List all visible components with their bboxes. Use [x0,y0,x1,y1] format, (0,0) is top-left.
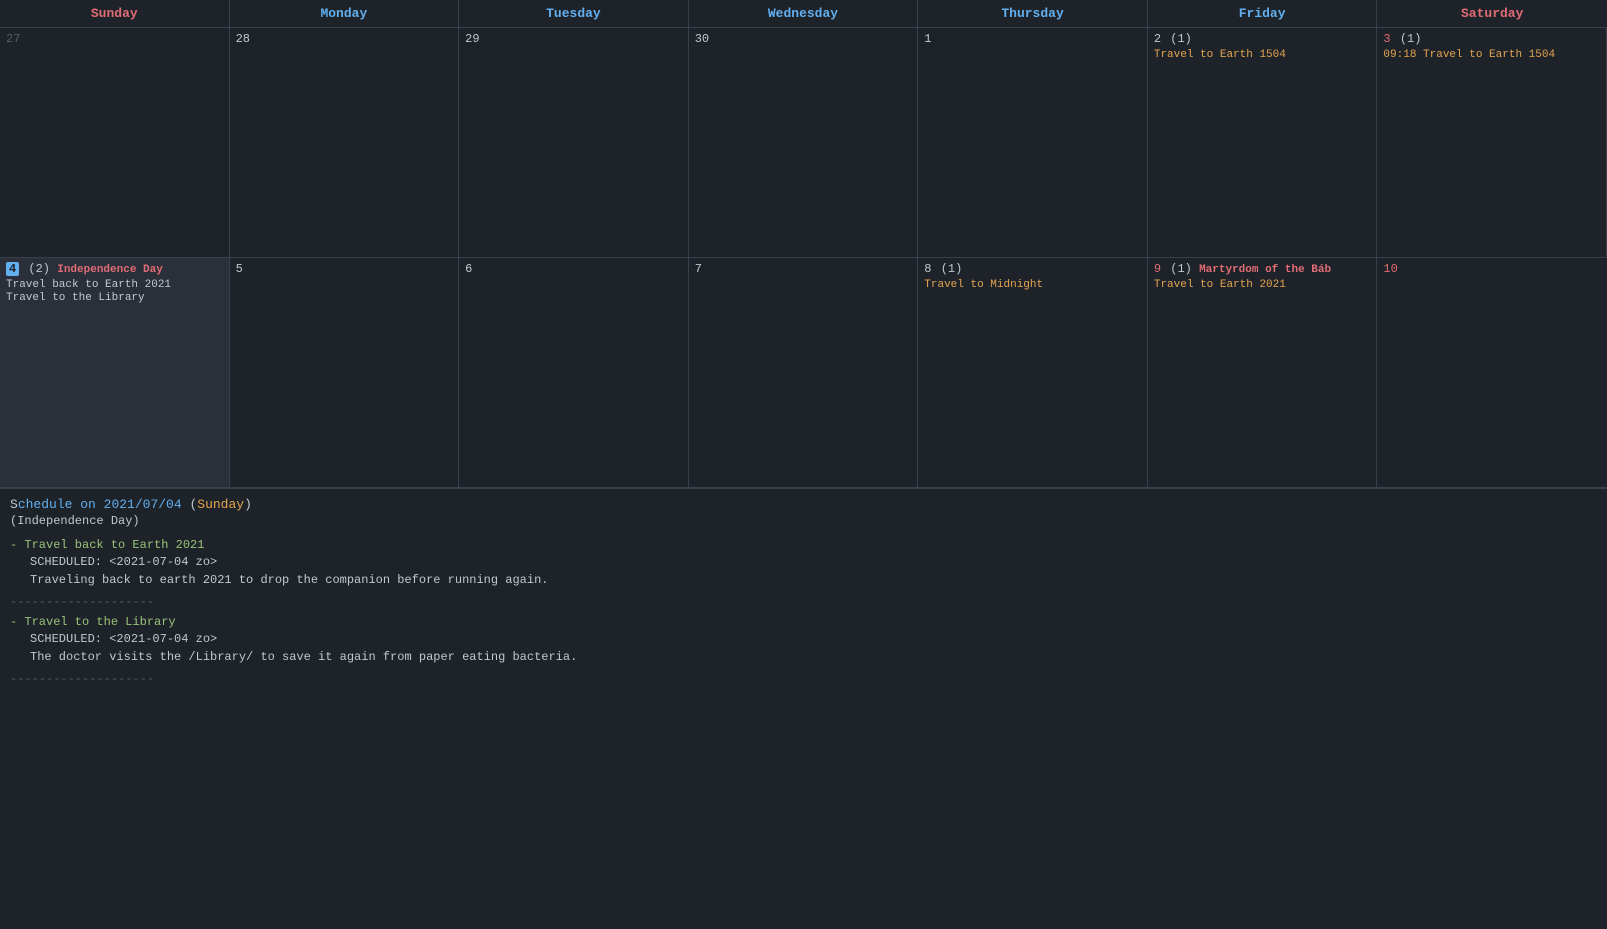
cell-3[interactable]: 3 (1) 09:18 Travel to Earth 1504 [1377,28,1607,258]
holiday-4: Independence Day [57,264,163,276]
date-29: 29 [465,32,479,46]
calendar-grid: 27 28 29 30 1 2 (1) Travel to Earth 1504… [0,28,1607,489]
holiday-9: Martyrdom of the Báb [1199,264,1331,276]
entry-1-bullet: - Travel back to Earth 2021 [10,538,1597,552]
header-saturday: Saturday [1377,0,1607,27]
date-9: 9 [1154,262,1161,276]
calendar-header: Sunday Monday Tuesday Wednesday Thursday… [0,0,1607,28]
event-count-3: (1) [1400,32,1422,46]
cell-1[interactable]: 1 [918,28,1148,258]
header-tuesday: Tuesday [459,0,689,27]
event-4-1: Travel back to Earth 2021 [6,279,223,291]
schedule-date: 2021/07/04 [104,497,182,512]
date-4: 4 [6,262,19,276]
date-6: 6 [465,262,472,276]
header-monday: Monday [230,0,460,27]
date-10: 10 [1383,262,1397,276]
date-5: 5 [236,262,243,276]
cell-8[interactable]: 8 (1) Travel to Midnight [918,258,1148,488]
cell-9[interactable]: 9 (1) Martyrdom of the Báb Travel to Ear… [1148,258,1378,488]
event-2-1: Travel to Earth 1504 [1154,49,1371,61]
schedule-title: Schedule on 2021/07/04 (Sunday) [10,497,1597,512]
schedule-title-text: chedule on [18,497,104,512]
schedule-day-close: ) [244,497,252,512]
date-28: 28 [236,32,250,46]
event-count-8: (1) [941,262,963,276]
cell-10[interactable]: 10 [1377,258,1607,488]
date-30: 30 [695,32,709,46]
cell-30[interactable]: 30 [689,28,919,258]
date-7: 7 [695,262,702,276]
cell-4[interactable]: 4 (2) Independence Day Travel back to Ea… [0,258,230,488]
event-3-1: 09:18 Travel to Earth 1504 [1383,49,1600,61]
event-9-1: Travel to Earth 2021 [1154,279,1371,291]
schedule-entry-1: - Travel back to Earth 2021 SCHEDULED: <… [10,538,1597,587]
header-wednesday: Wednesday [689,0,919,27]
entry-2-description: The doctor visits the /Library/ to save … [30,650,1597,664]
date-27: 27 [6,32,20,46]
header-friday: Friday [1148,0,1378,27]
date-1: 1 [924,32,931,46]
schedule-divider-1: -------------------- [10,595,1597,609]
schedule-divider-2: -------------------- [10,672,1597,686]
entry-1-scheduled: SCHEDULED: <2021-07-04 zo> [30,555,1597,569]
date-3: 3 [1383,32,1390,46]
cell-6[interactable]: 6 [459,258,689,488]
schedule-day: ( [182,497,198,512]
schedule-dayname: Sunday [197,497,244,512]
schedule-cursor: S [10,497,18,512]
cell-2[interactable]: 2 (1) Travel to Earth 1504 [1148,28,1378,258]
event-4-2: Travel to the Library [6,292,223,304]
schedule-subtitle: (Independence Day) [10,514,1597,528]
event-count-2: (1) [1170,32,1192,46]
schedule-panel: Schedule on 2021/07/04 (Sunday) (Indepen… [0,489,1607,839]
entry-2-bullet: - Travel to the Library [10,615,1597,629]
cell-29[interactable]: 29 [459,28,689,258]
cell-5[interactable]: 5 [230,258,460,488]
entry-2-scheduled: SCHEDULED: <2021-07-04 zo> [30,632,1597,646]
cell-7[interactable]: 7 [689,258,919,488]
entry-1-description: Traveling back to earth 2021 to drop the… [30,573,1597,587]
header-thursday: Thursday [918,0,1148,27]
event-count-9: (1) [1170,262,1199,276]
event-8-1: Travel to Midnight [924,279,1141,291]
date-2: 2 [1154,32,1161,46]
cell-27[interactable]: 27 [0,28,230,258]
schedule-entry-2: - Travel to the Library SCHEDULED: <2021… [10,615,1597,664]
event-count-4: (2) [28,262,57,276]
header-sunday: Sunday [0,0,230,27]
cell-28[interactable]: 28 [230,28,460,258]
date-8: 8 [924,262,931,276]
